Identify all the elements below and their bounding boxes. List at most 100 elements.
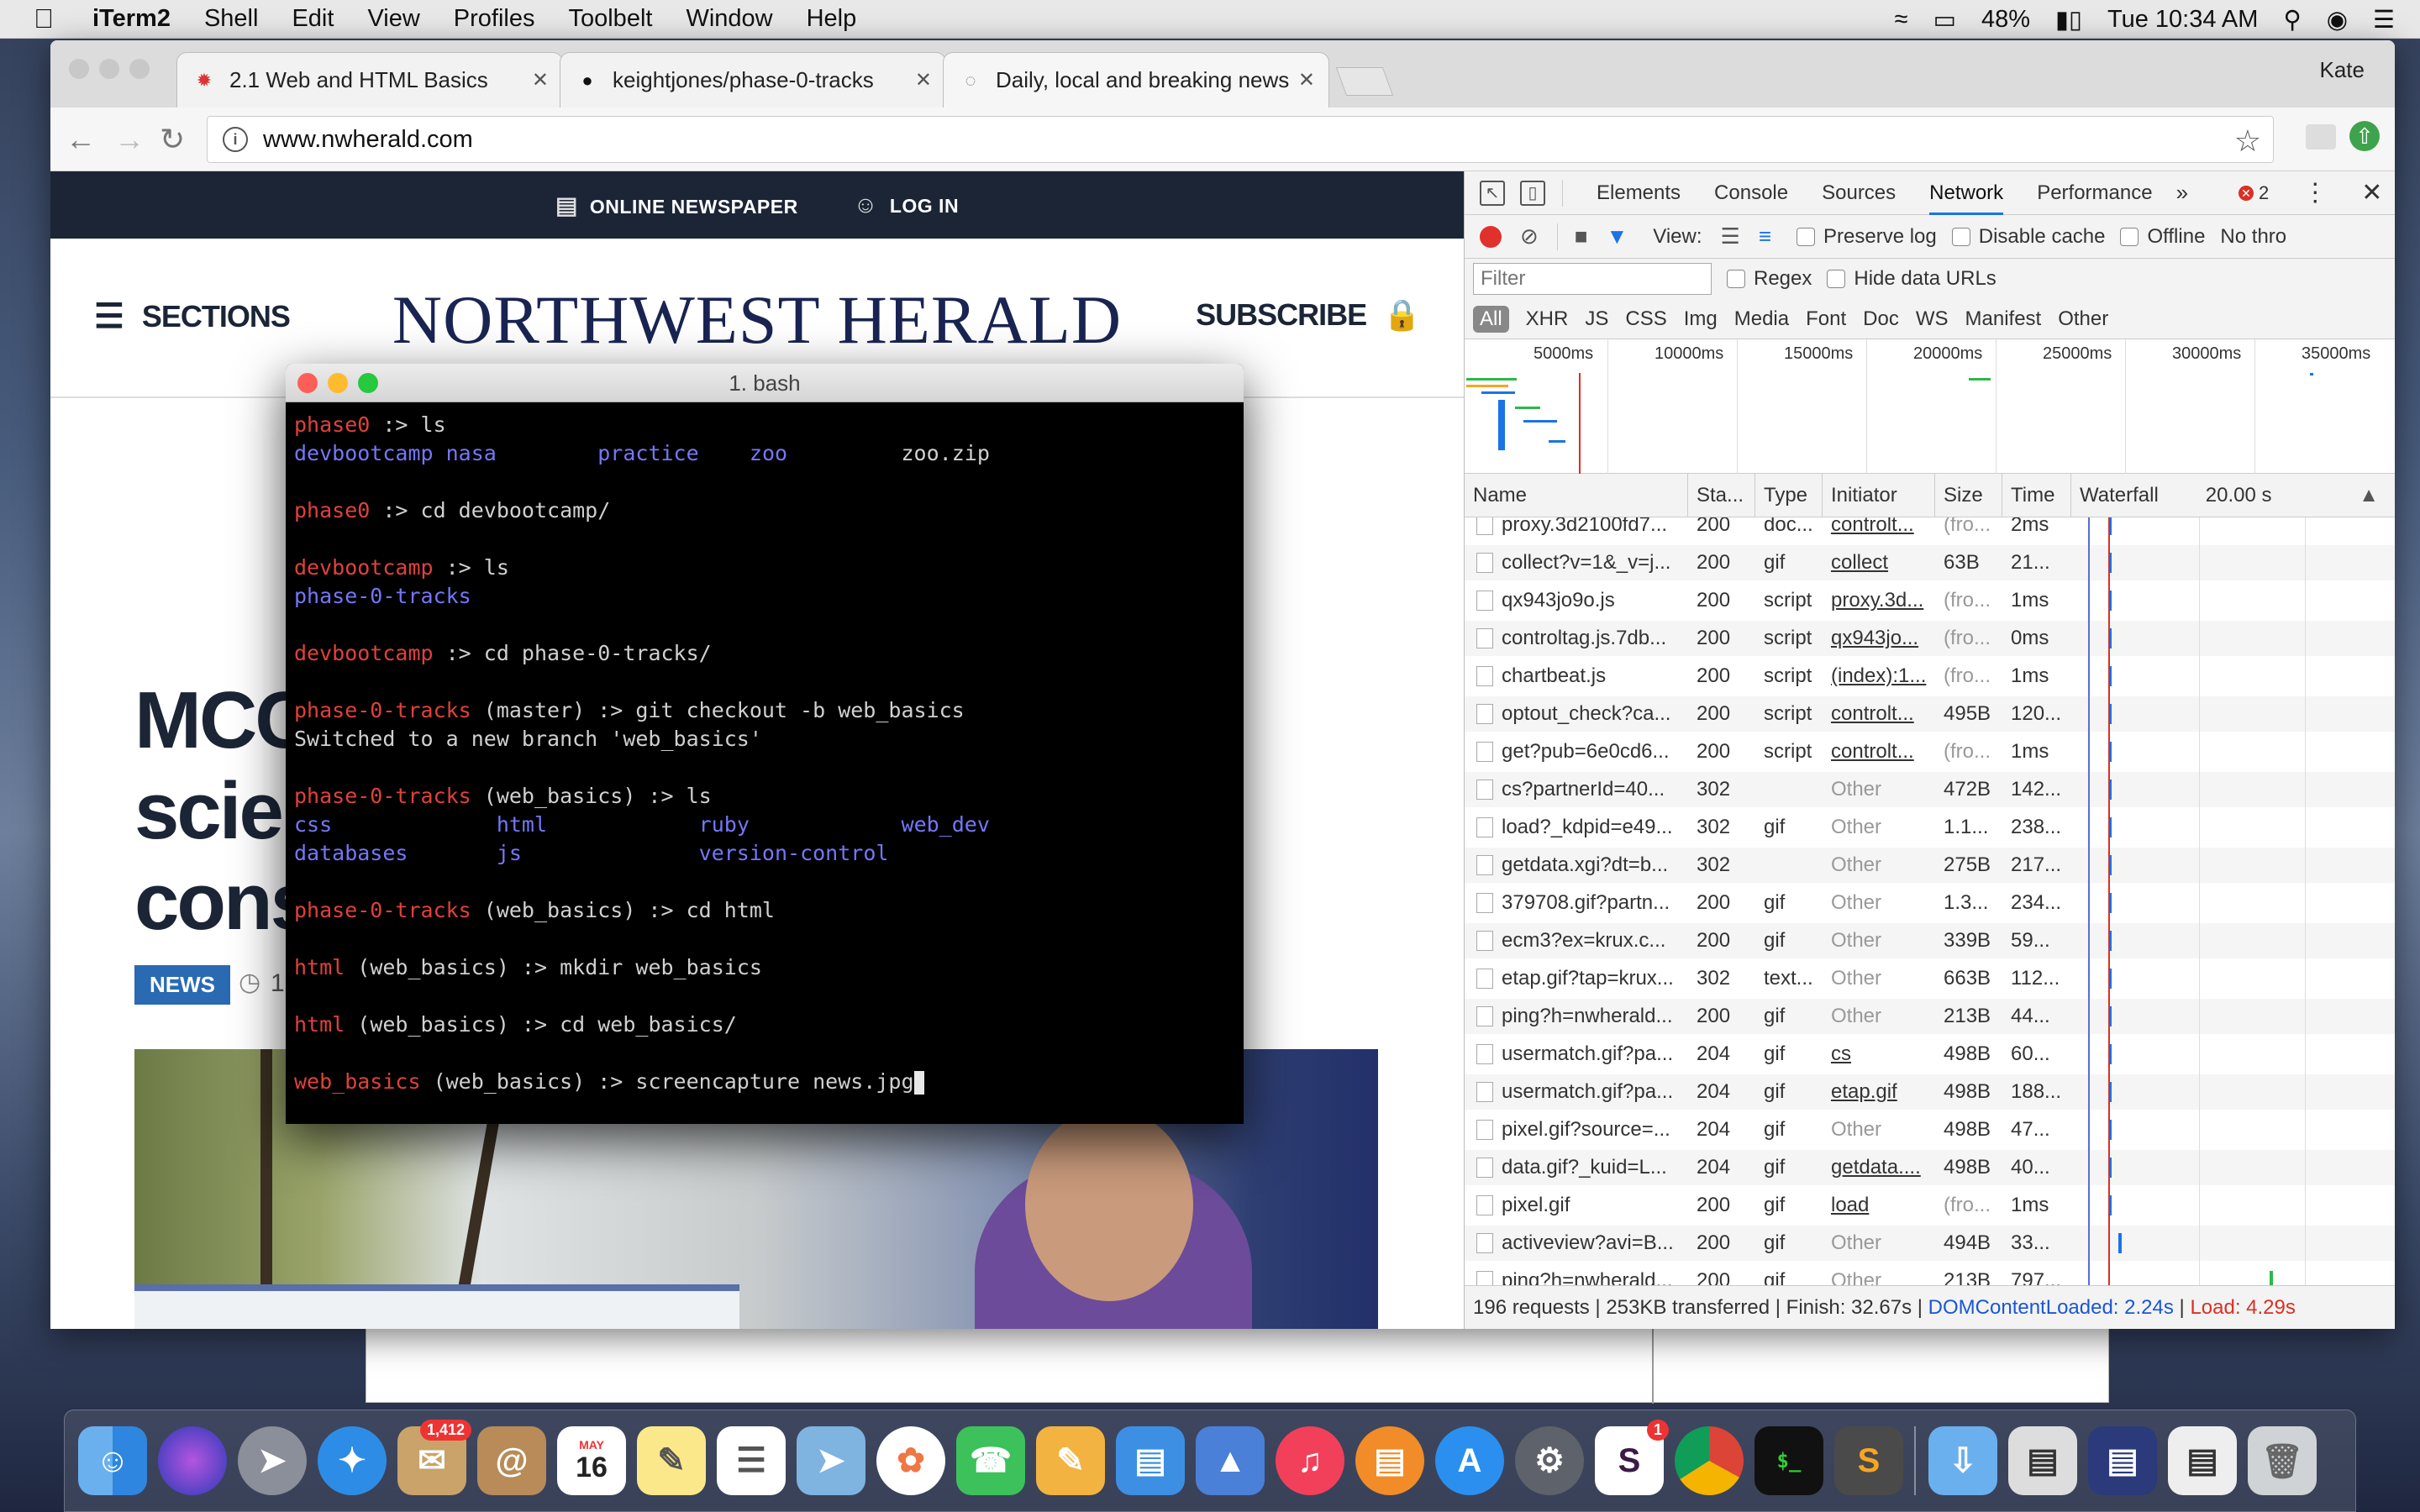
network-row[interactable]: usermatch.gif?pa... 204 gif cs 498B 60... [1465, 1037, 2395, 1072]
tab-close-icon[interactable]: ✕ [1298, 68, 1315, 92]
tab-nwherald[interactable]: ◌ Daily, local and breaking news ✕ [943, 52, 1329, 108]
online-newspaper-link[interactable]: ▤ ONLINE NEWSPAPER [555, 192, 798, 219]
menu-edit[interactable]: Edit [292, 5, 334, 33]
tab-console[interactable]: Console [1714, 171, 1788, 215]
network-overview[interactable]: 5000ms 10000ms 15000ms 20000ms 25000ms 3… [1465, 339, 2395, 474]
maps-icon[interactable]: ➤ [797, 1426, 865, 1495]
request-initiator[interactable]: load [1831, 1188, 1932, 1223]
terminal-output[interactable]: phase0 :> ls devbootcamp nasa practice zo… [294, 411, 1235, 1124]
request-initiator[interactable]: (index):1... [1831, 659, 1932, 694]
back-arrow-icon[interactable]: ← [66, 123, 96, 156]
facetime-icon[interactable]: ☎ [956, 1426, 1025, 1495]
more-options-icon[interactable]: ⋮ [2302, 178, 2328, 207]
menu-profiles[interactable]: Profiles [454, 5, 535, 33]
request-initiator[interactable]: controlt... [1831, 517, 1932, 543]
terminal-title-bar[interactable]: 1. bash [286, 364, 1244, 402]
terminal-minimize-button[interactable] [328, 373, 348, 393]
slack-icon[interactable]: S1 [1595, 1420, 1669, 1495]
news-category-badge[interactable]: NEWS [134, 965, 230, 1005]
terminal-window[interactable]: 1. bash phase0 :> ls devbootcamp nasa pra… [286, 364, 1244, 1124]
window-minimize-button[interactable] [99, 59, 119, 79]
network-row[interactable]: getdata.xgi?dt=b... 302 Other 275B 217... [1465, 848, 2395, 883]
safari-icon[interactable]: ✦ [318, 1426, 387, 1495]
window-zoom-button[interactable] [129, 59, 150, 79]
disable-cache-checkbox[interactable]: Disable cache [1951, 225, 2105, 249]
col-waterfall[interactable]: Waterfall 20.00 s ▲ [2071, 474, 2395, 517]
menu-shell[interactable]: Shell [204, 5, 259, 33]
subscribe-button[interactable]: SUBSCRIBE 🔒 [1196, 297, 1421, 333]
col-time[interactable]: Time [2002, 474, 2071, 517]
request-initiator[interactable]: cs [1831, 1037, 1932, 1072]
tab-close-icon[interactable]: ✕ [532, 68, 549, 92]
airplay-icon[interactable]: ▭ [1933, 5, 1956, 34]
info-icon[interactable]: i [223, 127, 248, 152]
network-row[interactable]: proxy.3d2100fd7... 200 doc... controlt... (f… [1465, 517, 2395, 543]
terminal-zoom-button[interactable] [358, 373, 378, 393]
filter-icon[interactable]: ▼ [1607, 223, 1628, 249]
tab-github-tracks[interactable]: ● keightjones/phase-0-tracks ✕ [560, 52, 946, 108]
record-icon[interactable] [1480, 225, 1502, 248]
clock[interactable]: Tue 10:34 AM [2107, 6, 2258, 34]
camera-icon[interactable]: ■ [1575, 223, 1588, 249]
launchpad-icon[interactable]: ➤ [238, 1426, 307, 1495]
menu-view[interactable]: View [367, 5, 419, 33]
type-media[interactable]: Media [1734, 307, 1789, 331]
col-type[interactable]: Type [1755, 474, 1823, 517]
siri-icon[interactable] [158, 1426, 227, 1495]
profile-name[interactable]: Kate [2320, 57, 2365, 83]
network-row[interactable]: load?_kdpid=e49... 302 gif Other 1.1... 238..… [1465, 810, 2395, 845]
type-img[interactable]: Img [1684, 307, 1718, 331]
tab-close-icon[interactable]: ✕ [915, 68, 932, 92]
network-row[interactable]: pixel.gif?source=... 204 gif Other 498B 47... [1465, 1112, 2395, 1147]
sublime-text-icon[interactable]: S [1834, 1426, 1903, 1495]
network-row[interactable]: optout_check?ca... 200 script controlt... 49… [1465, 696, 2395, 732]
list-view-icon[interactable]: ☰ [1721, 223, 1740, 249]
system-preferences-icon[interactable]: ⚙ [1515, 1426, 1584, 1495]
network-row[interactable]: ping?h=nwherald... 200 gif Other 213B 44... [1465, 999, 2395, 1034]
type-font[interactable]: Font [1806, 307, 1846, 331]
inspect-element-icon[interactable]: ↖ [1480, 180, 1505, 206]
ibooks-icon[interactable]: ▤ [1355, 1426, 1424, 1495]
photos-icon[interactable]: ✿ [876, 1426, 945, 1495]
keynote-icon[interactable]: ▲ [1196, 1426, 1265, 1495]
request-initiator[interactable]: controlt... [1831, 696, 1932, 732]
hide-data-urls-checkbox[interactable]: Hide data URLs [1827, 267, 1996, 291]
request-initiator[interactable]: etap.gif [1831, 1074, 1932, 1110]
type-all[interactable]: All [1473, 305, 1509, 333]
new-tab-button[interactable] [1335, 67, 1394, 96]
sort-ascending-icon[interactable]: ▲ [2359, 474, 2379, 517]
request-initiator[interactable]: collect [1831, 545, 1932, 580]
request-initiator[interactable]: controlt... [1831, 734, 1932, 769]
offline-checkbox[interactable]: Offline [2120, 225, 2205, 249]
col-initiator[interactable]: Initiator [1823, 474, 1935, 517]
menu-window[interactable]: Window [686, 5, 772, 33]
tab-web-html-basics[interactable]: ✹ 2.1 Web and HTML Basics ✕ [176, 52, 563, 108]
request-initiator[interactable]: getdata.... [1831, 1150, 1932, 1185]
notes-icon[interactable]: ✎ [637, 1426, 706, 1495]
extension-update-icon[interactable]: ⇧ [2349, 121, 2380, 151]
close-devtools-icon[interactable]: ✕ [2361, 178, 2382, 207]
forward-arrow-icon[interactable]: → [114, 123, 145, 156]
network-row[interactable]: cs?partnerId=40... 302 Other 472B 142... [1465, 772, 2395, 807]
checkbox[interactable] [1797, 227, 1815, 246]
numbers-icon[interactable]: ▤ [1116, 1426, 1185, 1495]
minimized-window-thumbnail[interactable]: ▤ [2088, 1426, 2157, 1495]
waterfall-view-icon[interactable]: ≡ [1759, 223, 1771, 249]
checkbox[interactable] [1727, 270, 1745, 288]
reload-icon[interactable]: ↻ [160, 123, 185, 156]
reminders-icon[interactable]: ☰ [717, 1426, 786, 1495]
network-row[interactable]: collect?v=1&_v=j... 200 gif collect 63B 21... [1465, 545, 2395, 580]
network-row[interactable]: qx943jo9o.js 200 script proxy.3d... (fro... 1… [1465, 583, 2395, 618]
finder-icon[interactable]: ☺ [78, 1426, 147, 1495]
iterm-icon[interactable]: $_ [1754, 1426, 1823, 1495]
address-bar[interactable]: i www.nwherald.com ☆ [207, 116, 2274, 163]
network-row[interactable]: activeview?avi=B... 200 gif Other 494B 33... [1465, 1226, 2395, 1261]
contacts-icon[interactable]: @ [477, 1426, 546, 1495]
type-doc[interactable]: Doc [1863, 307, 1899, 331]
minimized-window-thumbnail[interactable]: ▤ [2008, 1426, 2077, 1495]
type-other[interactable]: Other [2058, 307, 2108, 331]
col-name[interactable]: Name [1465, 474, 1688, 517]
type-js[interactable]: JS [1585, 307, 1608, 331]
filter-input[interactable] [1473, 263, 1712, 295]
network-request-list[interactable]: proxy.3d2100fd7... 200 doc... controlt... (f… [1465, 517, 2395, 1285]
